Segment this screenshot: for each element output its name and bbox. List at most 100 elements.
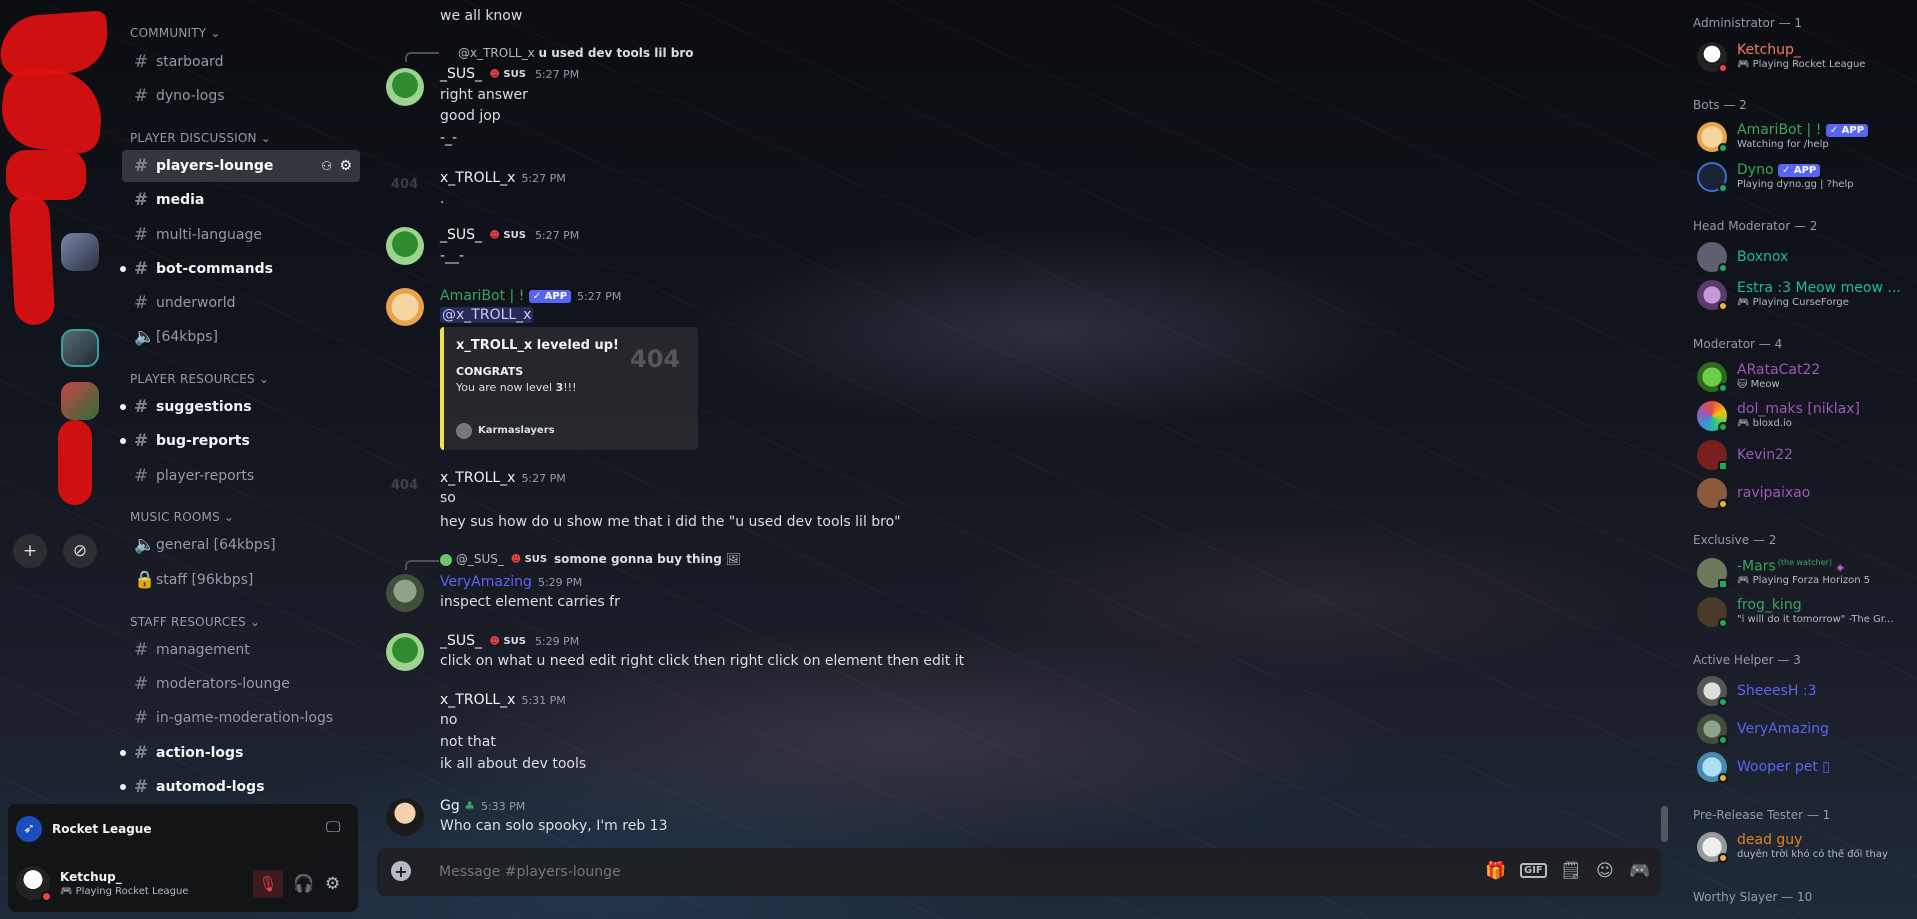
message-author[interactable]: _SUS_ ☻ SUS 5:27 PM	[440, 227, 579, 243]
emoji-icon[interactable]: ☺	[1596, 861, 1614, 881]
member-item[interactable]: ravipaixao	[1697, 476, 1917, 512]
message-text: -_-	[440, 130, 458, 146]
message-author[interactable]: VeryAmazing 5:29 PM	[440, 574, 582, 590]
add-server-icon[interactable]: +	[13, 534, 47, 568]
server-icon[interactable]	[61, 329, 99, 367]
member-item[interactable]: -Mars (the watcher) ◈ 🎮 Playing Forza Hori…	[1697, 556, 1917, 592]
voice-channel-general[interactable]: 🔈 general [64kbps]	[122, 529, 360, 561]
member-item[interactable]: dol_maks [niklax] 🎮 bloxd.io	[1697, 399, 1917, 435]
lock-icon: 🔒	[134, 570, 156, 590]
message-author[interactable]: x_TROLL_x 5:31 PM	[440, 692, 566, 708]
channel-player-reports[interactable]: # player-reports	[122, 460, 360, 492]
message-author[interactable]: x_TROLL_x 5:27 PM	[440, 470, 566, 486]
chevron-down-icon: ⌄	[223, 510, 235, 524]
channel-management[interactable]: # management	[122, 634, 360, 666]
reply-preview[interactable]: @_SUS_ ☻ SUS somone gonna buy thing 🖼	[440, 552, 741, 566]
role-header: Moderator — 4	[1693, 337, 1783, 351]
channel-starboard[interactable]: # starboard	[122, 46, 360, 78]
add-attachment-icon[interactable]: +	[391, 861, 411, 881]
avatar[interactable]	[386, 798, 424, 836]
username[interactable]: Ketchup_	[60, 870, 122, 884]
screen-share-icon[interactable]: 🖵	[326, 818, 340, 836]
headphones-icon[interactable]: 🎧	[293, 874, 314, 894]
member-item[interactable]: Ketchup_ 🎮 Playing Rocket League	[1697, 40, 1917, 76]
member-status: 🐱 Meow	[1737, 379, 1780, 390]
avatar[interactable]	[386, 288, 424, 326]
gear-icon[interactable]: ⚙	[325, 874, 340, 894]
channel-bot-commands[interactable]: # bot-commands	[120, 253, 360, 285]
hash-icon: #	[134, 259, 149, 279]
channel-multi-language[interactable]: # multi-language	[122, 219, 360, 251]
voice-channel-64kbps[interactable]: 🔈 [64kbps]	[122, 321, 360, 353]
level-embed: x_TROLL_x leveled up! CONGRATS You are n…	[440, 327, 698, 450]
scrollbar[interactable]	[1661, 806, 1668, 842]
message-author[interactable]: _SUS_ ☻ SUS 5:27 PM	[440, 66, 579, 82]
gif-icon[interactable]: GIF	[1520, 863, 1547, 878]
sus-tag: ☻ SUS	[508, 554, 550, 565]
reply-preview[interactable]: @x_TROLL_x u used dev tools lil bro	[458, 46, 693, 60]
member-item[interactable]: Estra :3 Meow meow ... 🎮 Playing CurseFor…	[1697, 278, 1917, 314]
gear-icon[interactable]: ⚙	[339, 158, 352, 174]
channel-automod-logs[interactable]: # automod-logs	[120, 771, 360, 803]
member-item[interactable]: SheeesH :3	[1697, 674, 1917, 710]
voice-channel-staff[interactable]: 🔒 staff [96kbps]	[122, 564, 360, 596]
member-item[interactable]: VeryAmazing	[1697, 712, 1917, 748]
channel-dyno-logs[interactable]: # dyno-logs	[122, 80, 360, 112]
status-label: Playing Rocket League	[75, 886, 189, 897]
message-author[interactable]: x_TROLL_x 5:27 PM	[440, 170, 566, 186]
gamepad-icon: 🎮	[1737, 297, 1750, 308]
idle-status-icon	[1718, 301, 1728, 311]
channel-media[interactable]: # media	[122, 184, 360, 216]
channel-players-lounge[interactable]: # players-lounge ⚇ ⚙	[122, 150, 360, 182]
channel-label: management	[156, 642, 250, 658]
online-status-icon	[1718, 383, 1728, 393]
gamepad-icon: 🎮	[1737, 59, 1750, 70]
hash-icon: #	[134, 777, 149, 797]
invite-icon[interactable]: ⚇	[321, 159, 332, 173]
message-author[interactable]: AmariBot | ! ✓ APP 5:27 PM	[440, 288, 621, 304]
channel-bug-reports[interactable]: # bug-reports	[120, 425, 360, 457]
hash-icon: #	[134, 466, 149, 486]
discover-icon[interactable]: ⊘	[63, 534, 97, 568]
category-community[interactable]: COMMUNITY ⌄	[130, 26, 221, 40]
member-item[interactable]: dead guy duyên trời khó có thể đổi thay	[1697, 830, 1917, 866]
channel-label: media	[156, 192, 205, 208]
category-player-resources[interactable]: PLAYER RESOURCES ⌄	[130, 372, 269, 386]
category-staff-resources[interactable]: STAFF RESOURCES ⌄	[130, 615, 260, 629]
dnd-status-icon	[1718, 63, 1728, 73]
avatar[interactable]	[386, 227, 424, 265]
category-music-rooms[interactable]: MUSIC ROOMS ⌄	[130, 510, 234, 524]
member-item[interactable]: frog_king "i will do it tomorrow" -The Gr…	[1697, 595, 1917, 631]
avatar[interactable]	[386, 68, 424, 106]
server-icon[interactable]	[61, 382, 99, 420]
channel-underworld[interactable]: # underworld	[122, 287, 360, 319]
member-name: dead guy	[1737, 832, 1803, 848]
role-header: Head Moderator — 2	[1693, 219, 1818, 233]
member-item[interactable]: Dyno ✓ APP Playing dyno.gg | ?help	[1697, 160, 1917, 196]
channel-action-logs[interactable]: # action-logs	[120, 737, 360, 769]
channel-moderators-lounge[interactable]: # moderators-lounge	[122, 668, 360, 700]
message-author[interactable]: Gg ♣ 5:33 PM	[440, 798, 525, 814]
mention[interactable]: @x_TROLL_x	[440, 307, 534, 323]
unread-dot	[120, 750, 126, 756]
category-player-discussion[interactable]: PLAYER DISCUSSION ⌄	[130, 131, 271, 145]
activities-icon[interactable]: 🎮	[1629, 861, 1650, 881]
gift-icon[interactable]: 🎁	[1485, 861, 1506, 881]
member-item[interactable]: AmariBot | ! ✓ APP Watching for /help	[1697, 120, 1917, 156]
member-item[interactable]: Wooper pet ▯	[1697, 750, 1917, 786]
member-item[interactable]: Kevin22	[1697, 438, 1917, 474]
member-item[interactable]: ARataCat22 🐱 Meow	[1697, 360, 1917, 396]
channel-suggestions[interactable]: # suggestions	[120, 391, 360, 423]
member-item[interactable]: Boxnox	[1697, 240, 1917, 276]
author-name: x_TROLL_x	[440, 170, 516, 186]
message-text: so	[440, 490, 456, 506]
avatar[interactable]	[386, 574, 424, 612]
message-author[interactable]: _SUS_ ☻ SUS 5:29 PM	[440, 633, 579, 649]
channel-in-game-moderation-logs[interactable]: # in-game-moderation-logs	[122, 702, 360, 734]
sticker-icon[interactable]: 🗒	[1560, 861, 1582, 881]
mute-button[interactable]: 🎙	[253, 870, 283, 898]
server-icon[interactable]	[61, 233, 99, 271]
category-label: COMMUNITY	[130, 26, 207, 40]
message-input[interactable]	[439, 858, 1239, 886]
avatar[interactable]	[386, 633, 424, 671]
